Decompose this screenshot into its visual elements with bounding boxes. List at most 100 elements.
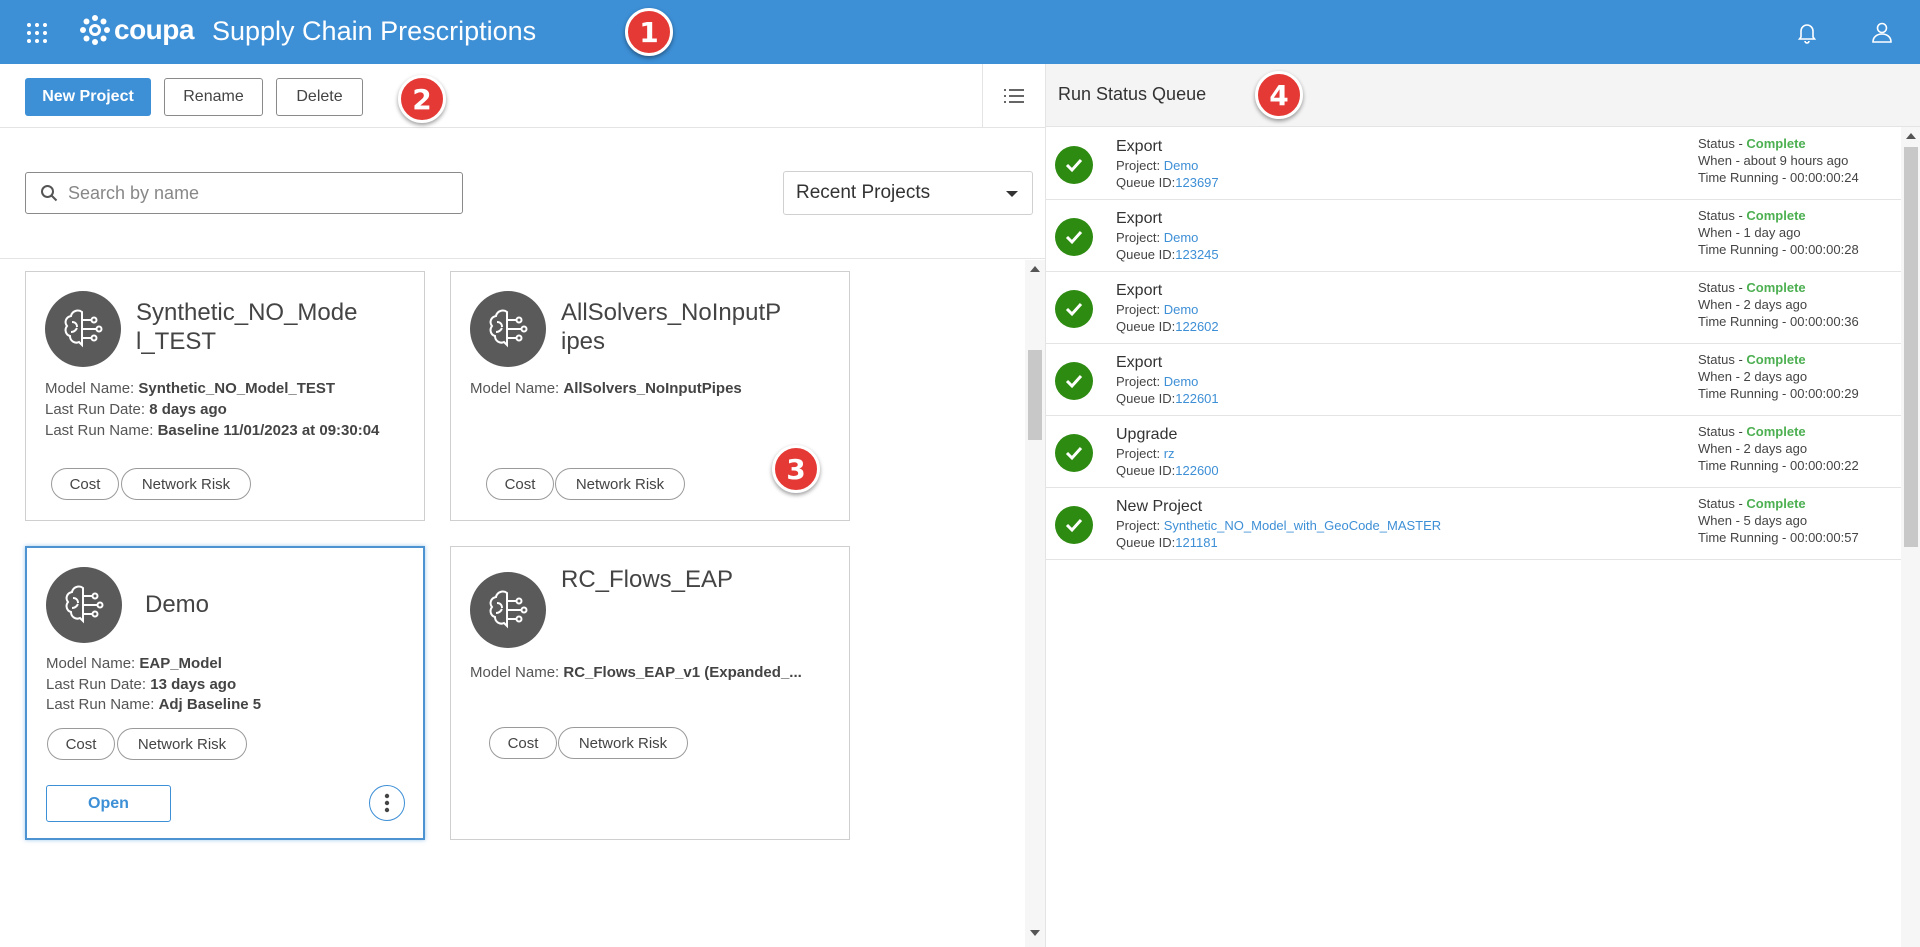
card-title-line1: AllSolvers_NoInputP [561,299,782,326]
queue-id-label: Queue ID: [1116,175,1176,190]
project-filter-dropdown[interactable]: Recent Projects [783,171,1033,215]
callout-badge-1: 1 [625,8,673,56]
project-card[interactable]: RC_Flows_EAP Model Name: RC_Flows_EAP_v1… [450,546,850,840]
status-badge: Complete [1746,136,1806,151]
project-label: Project: [1116,374,1161,389]
queue-project-link[interactable]: rz [1164,446,1175,461]
queue-when: When - 1 day ago [1698,225,1801,240]
queue-id-link[interactable]: 122602 [1175,319,1218,334]
search-input[interactable] [68,182,448,204]
queue-job-type: Export [1116,282,1163,299]
status-label: Status - [1698,424,1743,439]
queue-project-link[interactable]: Demo [1164,302,1199,317]
new-project-button[interactable]: New Project [25,78,151,116]
user-icon[interactable] [1870,20,1894,44]
queue-project-row: Project: Demo [1116,158,1198,173]
tag-chip-cost[interactable]: Cost [51,468,119,500]
queue-id-link[interactable]: 123697 [1175,175,1218,190]
project-toolbar: New Project Rename Delete [0,64,1045,128]
model-name-label: Model Name: [45,380,135,397]
queue-row[interactable]: New Project Project: Synthetic_NO_Model_w… [1046,488,1901,560]
rename-button[interactable]: Rename [164,78,263,116]
queue-project-row: Project: Demo [1116,374,1198,389]
project-card-selected[interactable]: Demo Model Name: EAP_Model Last Run Date… [25,546,425,840]
list-view-button[interactable] [982,64,1045,128]
tag-chip-cost[interactable]: Cost [486,468,554,500]
status-badge: Complete [1746,352,1806,367]
model-name-label: Model Name: [470,664,560,681]
card-title-line1: Synthetic_NO_Mode [136,299,358,326]
model-name-value: Synthetic_NO_Model_TEST [138,380,336,397]
queue-when: When - 2 days ago [1698,369,1808,384]
queue-id-label: Queue ID: [1116,535,1176,550]
search-box[interactable] [25,172,463,214]
scroll-up-icon[interactable] [1030,266,1040,272]
queue-id-link[interactable]: 123245 [1175,247,1218,262]
queue-status-row: Status - Complete [1698,280,1806,295]
coupa-logo[interactable]: coupa [80,14,194,46]
card-title: Demo [145,591,210,618]
queue-row[interactable]: Export Project: Demo Queue ID:122601 Status… [1046,344,1901,416]
queue-project-link[interactable]: Demo [1164,374,1199,389]
queue-id-row: Queue ID:122600 [1116,463,1219,478]
app-launcher-icon[interactable] [27,23,47,43]
delete-button[interactable]: Delete [276,78,363,116]
queue-time-running: Time Running - 00:00:00:24 [1698,170,1859,185]
model-name-value: EAP_Model [139,655,222,672]
scroll-thumb[interactable] [1904,147,1918,547]
queue-row[interactable]: Export Project: Demo Queue ID:122602 Status… [1046,272,1901,344]
queue-status-row: Status - Complete [1698,136,1806,151]
tag-chip-network-risk[interactable]: Network Risk [121,468,251,500]
card-title-line2: l_TEST [136,328,217,355]
last-run-name-value: Adj Baseline 5 [158,696,262,713]
queue-id-row: Queue ID:123697 [1116,175,1219,190]
last-run-name-label: Last Run Name: [45,422,154,439]
more-options-button[interactable] [369,785,405,821]
queue-row[interactable]: Export Project: Demo Queue ID:123245 Status… [1046,200,1901,272]
queue-id-link[interactable]: 121181 [1175,535,1217,550]
success-check-icon [1055,506,1093,544]
tag-chip-network-risk[interactable]: Network Risk [558,727,688,759]
run-status-queue-panel: Run Status Queue Export Project: Demo Queu… [1045,64,1920,947]
queue-status-row: Status - Complete [1698,208,1806,223]
scroll-down-icon[interactable] [1030,930,1040,936]
projects-panel: New Project Rename Delete Recent Project… [0,64,1045,947]
status-badge: Complete [1746,208,1806,223]
queue-time-running: Time Running - 00:00:00:57 [1698,530,1859,545]
queue-row[interactable]: Export Project: Demo Queue ID:123697 Status… [1046,128,1901,200]
project-card[interactable]: Synthetic_NO_Mode l_TEST Model Name: Syn… [25,271,425,521]
tag-chip-cost[interactable]: Cost [47,728,115,760]
tag-chip-network-risk[interactable]: Network Risk [117,728,247,760]
queue-id-link[interactable]: 122601 [1175,391,1218,406]
queue-job-type: New Project [1116,498,1203,515]
card-title-line2: ipes [561,328,606,355]
open-project-button[interactable]: Open [46,785,171,822]
bell-icon[interactable] [1795,20,1819,44]
scroll-thumb[interactable] [1028,350,1042,440]
brain-icon [46,567,122,643]
tag-chip-cost[interactable]: Cost [489,727,557,759]
kebab-menu-icon [384,793,390,813]
projects-scrollbar[interactable] [1025,260,1045,947]
queue-project-link[interactable]: Demo [1164,230,1199,245]
queue-time-running: Time Running - 00:00:00:36 [1698,314,1859,329]
queue-scrollbar[interactable] [1901,127,1920,947]
scroll-up-icon[interactable] [1906,133,1916,139]
status-badge: Complete [1746,496,1806,511]
queue-project-link[interactable]: Demo [1164,158,1199,173]
card-run-date-row: Last Run Date: 13 days ago [46,674,236,695]
callout-badge-4: 4 [1255,71,1303,119]
queue-time-running: Time Running - 00:00:00:22 [1698,458,1859,473]
queue-id-label: Queue ID: [1116,391,1176,406]
card-run-name-row: Last Run Name: Adj Baseline 5 [46,694,261,715]
dropdown-selected-value: Recent Projects [796,182,931,203]
queue-id-link[interactable]: 122600 [1175,463,1218,478]
queue-project-link[interactable]: Synthetic_NO_Model_with_GeoCode_MASTER [1164,518,1441,533]
brain-icon [470,572,546,648]
tag-chip-network-risk[interactable]: Network Risk [555,468,685,500]
queue-row[interactable]: Upgrade Project: rz Queue ID:122600 Status … [1046,416,1901,488]
last-run-date-value: 8 days ago [149,401,227,418]
status-label: Status - [1698,136,1743,151]
card-model-row: Model Name: AllSolvers_NoInputPipes [470,378,742,399]
project-label: Project: [1116,518,1161,533]
